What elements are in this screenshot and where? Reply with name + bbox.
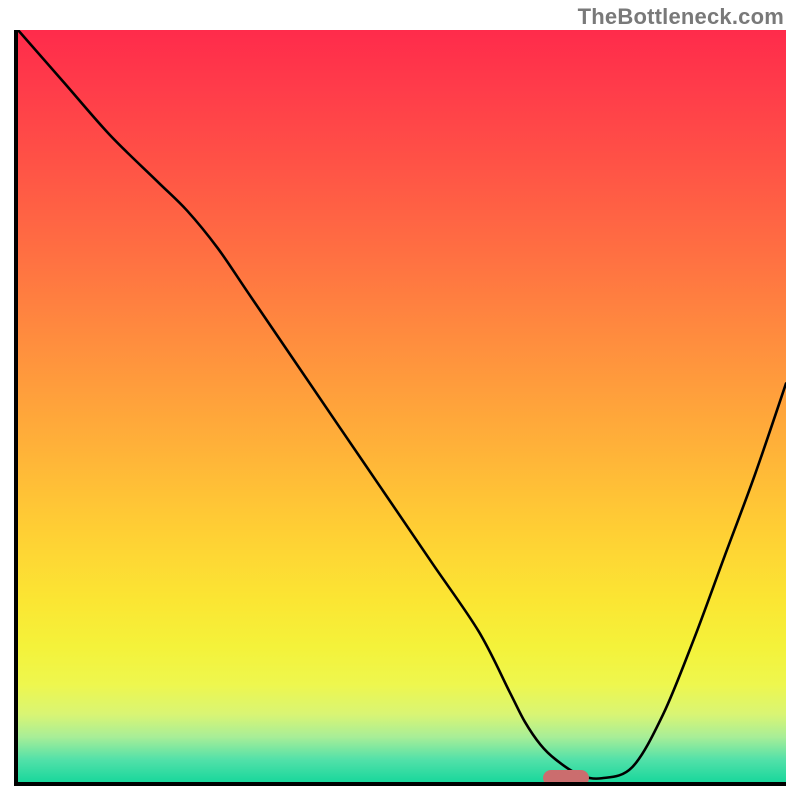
bottleneck-chart (14, 30, 786, 786)
watermark-text: TheBottleneck.com (578, 4, 784, 30)
chart-marker (543, 770, 589, 786)
chart-curve (18, 30, 786, 782)
